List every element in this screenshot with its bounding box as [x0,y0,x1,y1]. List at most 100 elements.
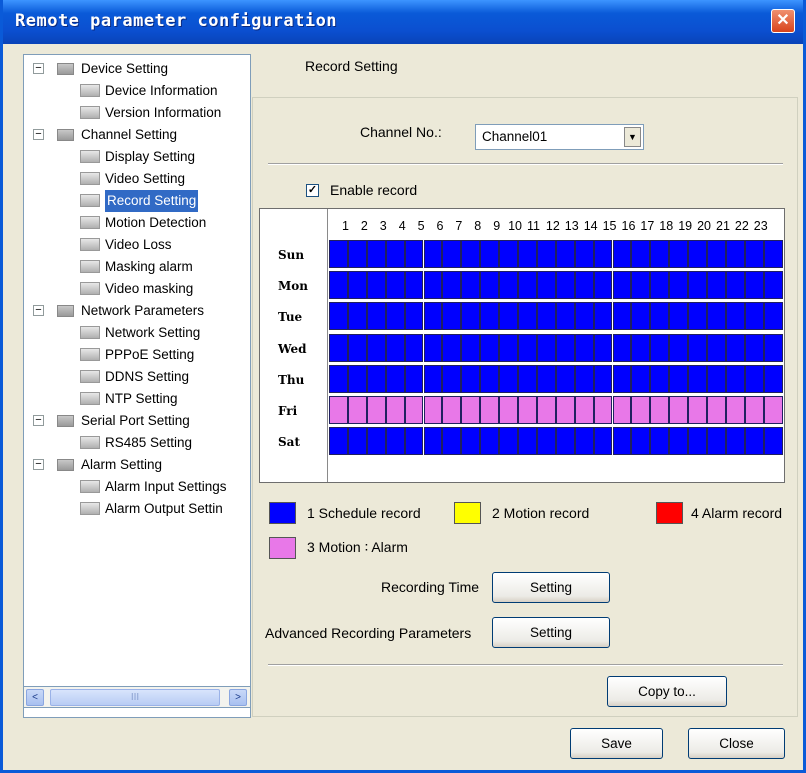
schedule-cell[interactable] [480,364,500,393]
schedule-cell[interactable] [366,271,386,300]
schedule-cell[interactable] [631,271,651,300]
schedule-cell[interactable] [707,271,726,300]
schedule-cell[interactable] [480,302,500,331]
schedule-cell[interactable] [650,427,670,456]
schedule-cell[interactable] [707,333,726,362]
channel-select[interactable]: Channel01 ▼ [475,124,644,150]
chevron-down-icon[interactable]: ▼ [624,127,641,147]
schedule-cell[interactable] [669,364,689,393]
schedule-cell[interactable] [536,333,556,362]
collapse-icon[interactable]: − [33,129,44,140]
schedule-cell[interactable] [650,333,670,362]
schedule-cell[interactable] [329,396,348,424]
tree-node-item[interactable]: Alarm Input Settings [24,476,250,498]
tree-horizontal-scrollbar[interactable]: < III > [23,686,251,708]
schedule-cell[interactable] [423,271,443,300]
schedule-cell[interactable] [347,427,367,456]
schedule-cell[interactable] [518,240,537,268]
schedule-cell[interactable] [499,302,518,331]
schedule-cell[interactable] [650,364,670,393]
schedule-cell[interactable] [518,396,537,424]
schedule-cell[interactable] [423,427,443,456]
schedule-cell[interactable] [574,240,594,268]
schedule-cell[interactable] [707,302,726,331]
schedule-cell[interactable] [744,427,764,456]
schedule-cell[interactable] [669,271,689,300]
schedule-cell[interactable] [385,302,405,331]
schedule-cell[interactable] [329,364,348,393]
settings-tree[interactable]: − Device Setting Device Information Version… [23,54,251,718]
tree-node-item[interactable]: Record Setting [24,190,250,212]
schedule-cell[interactable] [385,333,405,362]
schedule-cell[interactable] [744,333,764,362]
schedule-cell[interactable] [329,240,348,268]
schedule-cell[interactable] [631,427,651,456]
schedule-cell[interactable] [574,333,594,362]
schedule-cell[interactable] [499,240,518,268]
tree-node-item[interactable]: Network Setting [24,322,250,344]
schedule-cell[interactable] [707,240,726,268]
schedule-cell[interactable] [725,302,745,331]
scroll-right-icon[interactable]: > [229,689,247,706]
schedule-cell[interactable] [461,427,481,456]
schedule-cell[interactable] [329,333,348,362]
schedule-cell[interactable] [423,364,443,393]
schedule-cell[interactable] [725,396,745,424]
schedule-cell[interactable] [536,240,556,268]
collapse-icon[interactable]: − [33,415,44,426]
schedule-cell[interactable] [631,333,651,362]
schedule-cell[interactable] [725,427,745,456]
schedule-cell[interactable] [347,271,367,300]
advanced-recording-setting-button[interactable]: Setting [492,617,610,648]
schedule-cell[interactable] [763,271,783,300]
tree-node-item[interactable]: Motion Detection [24,212,250,234]
schedule-cell[interactable] [555,333,575,362]
schedule-cell[interactable] [366,427,386,456]
schedule-cell[interactable] [631,396,651,424]
schedule-cell[interactable] [442,364,462,393]
schedule-cell[interactable] [518,271,537,300]
schedule-cell[interactable] [688,396,707,424]
schedule-cell[interactable] [593,396,613,424]
schedule-cell[interactable] [442,333,462,362]
tree-node-group[interactable]: − Serial Port Setting [24,410,250,432]
tree-node-item[interactable]: Device Information [24,80,250,102]
schedule-cell[interactable] [707,364,726,393]
schedule-cell[interactable] [499,396,518,424]
schedule-cell[interactable] [518,364,537,393]
schedule-cell[interactable] [385,240,405,268]
schedule-cell[interactable] [763,333,783,362]
tree-node-item[interactable]: Alarm Output Settin [24,498,250,520]
enable-record-checkbox[interactable]: ✓ [306,184,319,197]
schedule-cell[interactable] [707,396,726,424]
schedule-cell[interactable] [385,271,405,300]
collapse-icon[interactable]: − [33,459,44,470]
schedule-cell[interactable] [480,427,500,456]
schedule-cell[interactable] [329,302,348,331]
schedule-cell[interactable] [725,364,745,393]
schedule-cell[interactable] [574,427,594,456]
schedule-cell[interactable] [688,240,707,268]
schedule-cell[interactable] [650,240,670,268]
schedule-cell[interactable] [612,333,632,362]
schedule-cell[interactable] [347,333,367,362]
schedule-cell[interactable] [423,333,443,362]
tree-node-group[interactable]: − Alarm Setting [24,454,250,476]
schedule-cell[interactable] [574,271,594,300]
tree-node-item[interactable]: DDNS Setting [24,366,250,388]
schedule-cell[interactable] [366,302,386,331]
tree-node-item[interactable]: PPPoE Setting [24,344,250,366]
schedule-cell[interactable] [763,427,783,456]
schedule-cell[interactable] [593,240,613,268]
scroll-thumb[interactable]: III [50,689,220,706]
schedule-cell[interactable] [593,427,613,456]
schedule-cell[interactable] [423,240,443,268]
tree-node-group[interactable]: − Channel Setting [24,124,250,146]
schedule-cell[interactable] [499,271,518,300]
schedule-cell[interactable] [650,302,670,331]
tree-node-item[interactable]: Version Information [24,102,250,124]
schedule-cell[interactable] [555,427,575,456]
schedule-cell[interactable] [574,302,594,331]
schedule-cell[interactable] [366,364,386,393]
schedule-cell[interactable] [612,427,632,456]
